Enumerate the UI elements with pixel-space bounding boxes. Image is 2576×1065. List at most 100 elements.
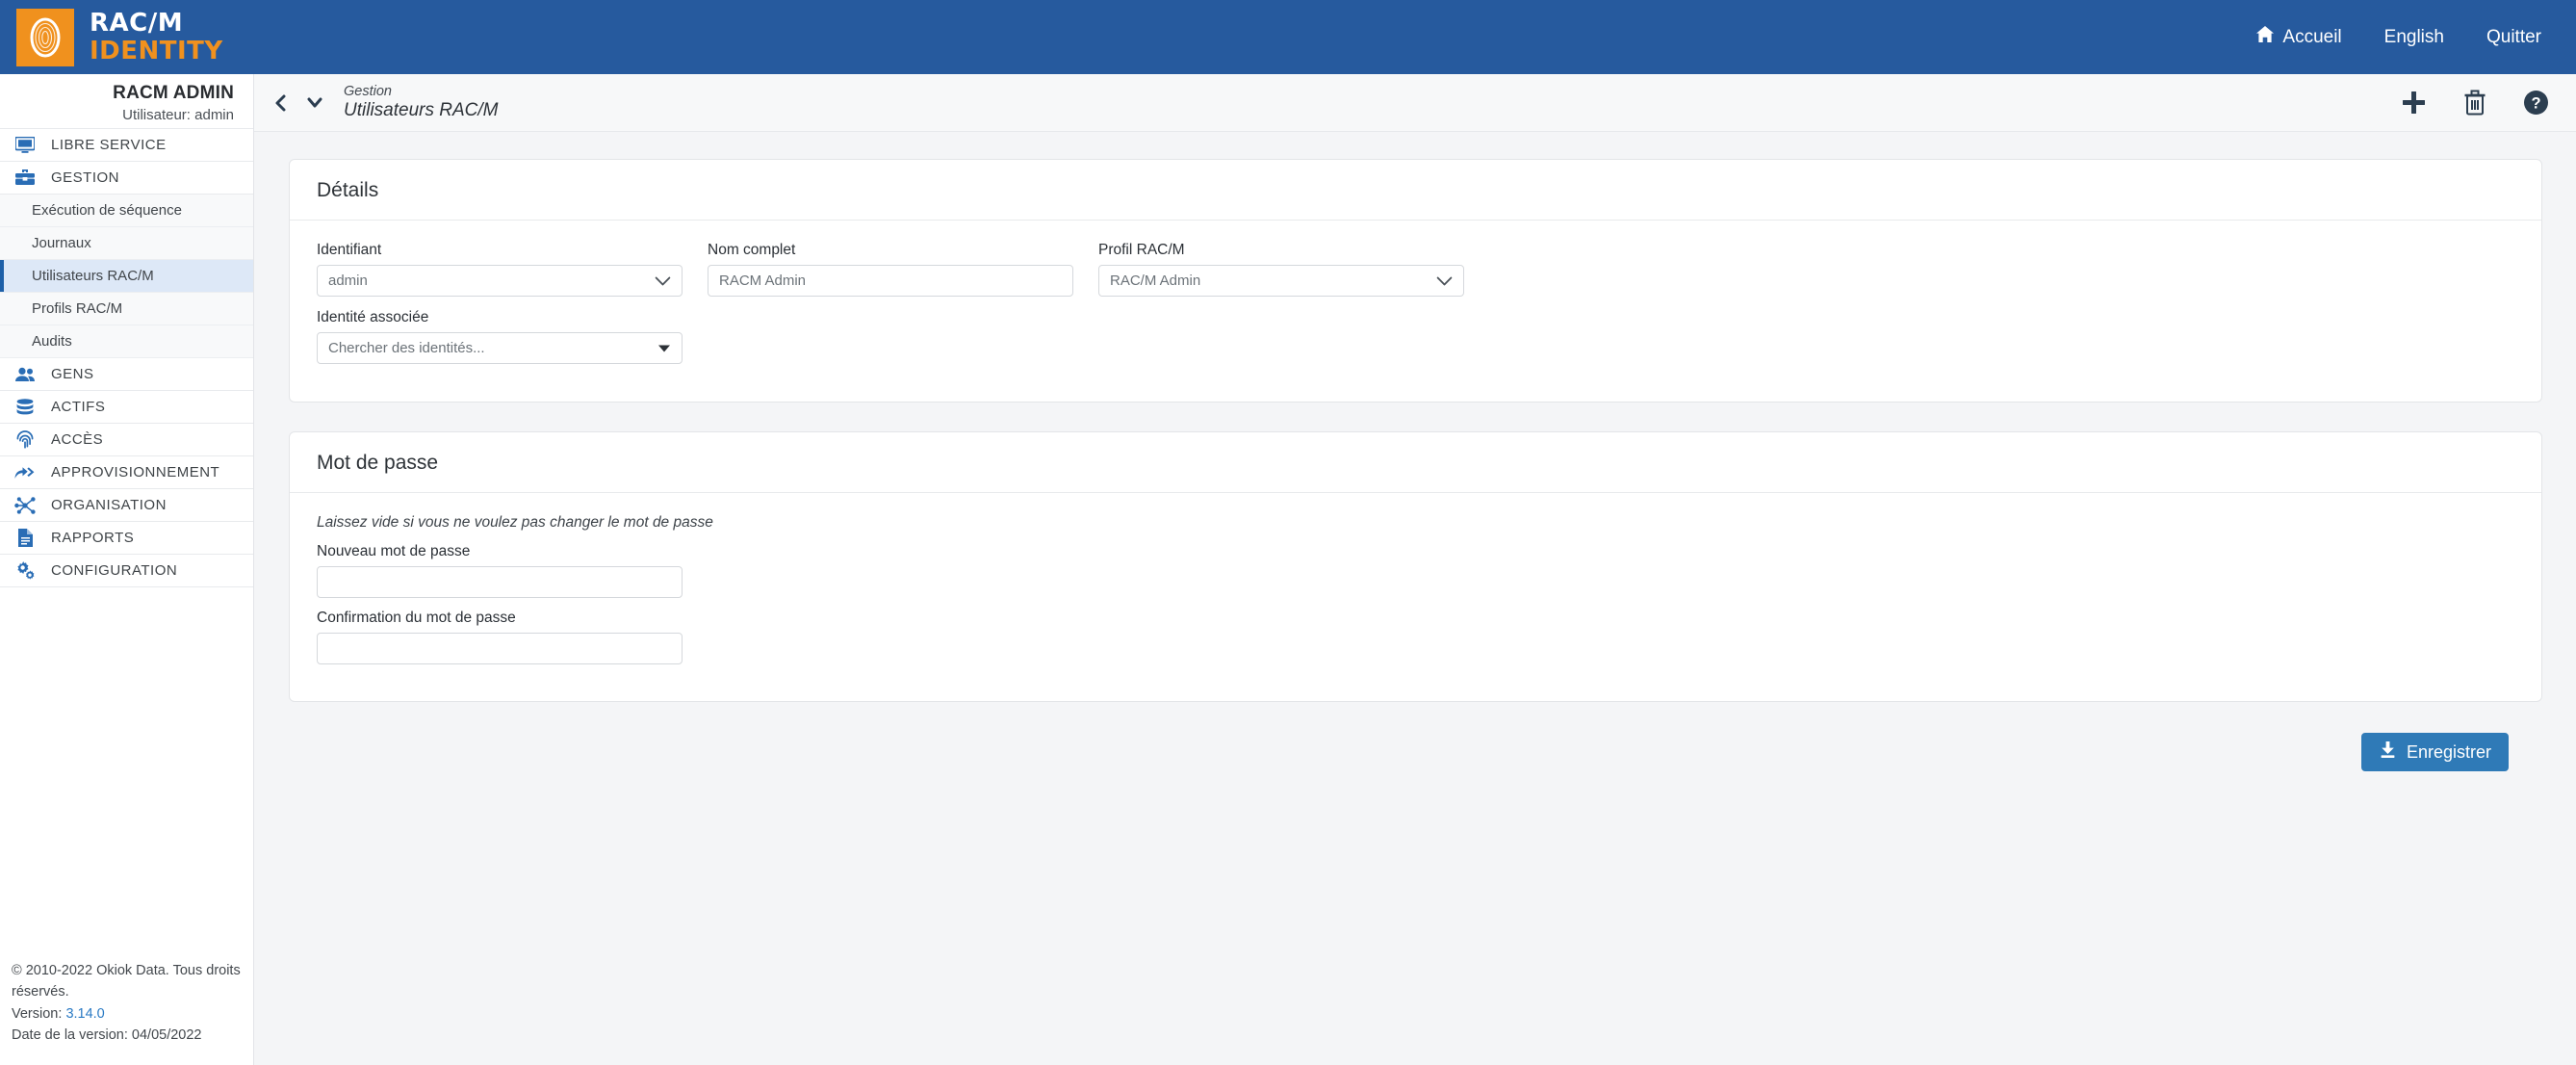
field-identifiant: Identifiant admin [317, 242, 683, 297]
field-profil-racm: Profil RAC/M RAC/M Admin [1098, 242, 1464, 297]
user-display-name: RACM ADMIN [113, 83, 234, 103]
sidebar-item-organisation[interactable]: ORGANISATION [0, 489, 253, 522]
field-confirmation-mot-de-passe: Confirmation du mot de passe [317, 610, 683, 664]
details-card-body: Identifiant admin Nom complet RACM Admin… [290, 221, 2541, 402]
topnav-item-english[interactable]: English [2384, 27, 2444, 48]
sidebar-item-actifs[interactable]: ACTIFS [0, 391, 253, 424]
sidebar-label-profils-racm: Profils RAC/M [32, 300, 123, 317]
top-header-bar: RAC/M IDENTITY Accueil English Quitter [0, 0, 2576, 74]
sidebar-item-audits[interactable]: Audits [0, 325, 253, 358]
identite-associee-search-select[interactable]: Chercher des identités... [317, 332, 683, 364]
footer-version-date: Date de la version: 04/05/2022 [12, 1026, 202, 1043]
content-area: Détails Identifiant admin Nom complet RA… [254, 132, 2576, 771]
breadcrumb-parent[interactable]: Gestion [344, 84, 498, 100]
document-icon [13, 529, 38, 547]
label-identifiant: Identifiant [317, 242, 382, 258]
toolbox-icon [13, 169, 38, 186]
chevron-left-icon[interactable] [273, 93, 288, 113]
page-header: Gestion Utilisateurs RAC/M ? [254, 74, 2576, 132]
password-card: Mot de passe Laissez vide si vous ne vou… [289, 431, 2542, 702]
nom-complet-value: RACM Admin [719, 273, 807, 289]
sidebar-item-journaux[interactable]: Journaux [0, 227, 253, 260]
brand-line-1: RAC/M [90, 9, 184, 38]
page-header-actions: ? [2401, 90, 2549, 116]
caret-down-icon [658, 345, 670, 351]
topnav-item-accueil[interactable]: Accueil [2256, 26, 2342, 48]
save-button[interactable]: Enregistrer [2360, 733, 2509, 771]
user-panel: RACM ADMIN Utilisateur: admin [0, 74, 253, 129]
sidebar-item-utilisateurs-racm[interactable]: Utilisateurs RAC/M [0, 260, 253, 293]
desktop-icon [13, 137, 38, 153]
sidebar-label-organisation: ORGANISATION [51, 497, 167, 513]
nom-complet-input[interactable]: RACM Admin [708, 265, 1073, 297]
sidebar-item-rapports[interactable]: RAPPORTS [0, 522, 253, 555]
sidebar-item-acces[interactable]: ACCÈS [0, 424, 253, 456]
topnav-item-quitter[interactable]: Quitter [2486, 27, 2541, 48]
trash-icon[interactable] [2463, 90, 2486, 116]
page-title: Utilisateurs RAC/M [344, 99, 499, 120]
chevron-down-icon[interactable] [305, 95, 324, 110]
details-form-row-1: Identifiant admin Nom complet RACM Admin… [317, 242, 2514, 297]
question-circle-icon[interactable]: ? [2523, 90, 2549, 116]
sidebar-item-execution-de-sequence[interactable]: Exécution de séquence [0, 195, 253, 227]
password-card-title: Mot de passe [290, 432, 2541, 493]
fingerprint-logo-icon [16, 8, 74, 66]
details-card: Détails Identifiant admin Nom complet RA… [289, 159, 2542, 403]
download-save-icon [2379, 740, 2397, 764]
sidebar-item-configuration[interactable]: CONFIGURATION [0, 555, 253, 587]
confirmation-mot-de-passe-input[interactable] [317, 633, 683, 664]
brand-logo[interactable]: RAC/M IDENTITY [0, 8, 223, 66]
identifiant-select[interactable]: admin [317, 265, 683, 297]
sidebar-item-profils-racm[interactable]: Profils RAC/M [0, 293, 253, 325]
breadcrumb: Gestion Utilisateurs RAC/M [344, 84, 498, 122]
home-icon [2256, 26, 2275, 48]
password-card-body: Laissez vide si vous ne voulez pas chang… [290, 493, 2541, 701]
sidebar: RACM ADMIN Utilisateur: admin LIBRE SERV… [0, 74, 254, 1065]
sidebar-item-libre-service[interactable]: LIBRE SERVICE [0, 129, 253, 162]
chevron-down-icon [1436, 275, 1453, 286]
footer-copyright: © 2010-2022 Okiok Data. Tous droits rése… [12, 963, 241, 1000]
sidebar-item-approvisionnement[interactable]: APPROVISIONNEMENT [0, 456, 253, 489]
sidebar-footer: © 2010-2022 Okiok Data. Tous droits rése… [0, 960, 254, 1046]
sidebar-label-gestion: GESTION [51, 169, 120, 186]
profil-racm-value: RAC/M Admin [1110, 273, 1201, 289]
details-card-title: Détails [290, 160, 2541, 221]
footer-version-link[interactable]: 3.14.0 [65, 1006, 104, 1022]
identite-associee-placeholder: Chercher des identités... [328, 340, 485, 356]
sidebar-item-gestion[interactable]: GESTION [0, 162, 253, 195]
footer-version-label: Version: [12, 1005, 63, 1022]
label-nom-complet: Nom complet [708, 242, 796, 258]
sidebar-label-execution-de-sequence: Exécution de séquence [32, 202, 182, 219]
password-hint: Laissez vide si vous ne voulez pas chang… [317, 514, 713, 531]
plus-icon[interactable] [2401, 90, 2427, 116]
save-button-label: Enregistrer [2406, 741, 2491, 762]
main-content: Gestion Utilisateurs RAC/M ? Détails Ide… [254, 74, 2576, 1065]
sidebar-item-gens[interactable]: GENS [0, 358, 253, 391]
identifiant-value: admin [328, 273, 368, 289]
save-bar: Enregistrer [289, 731, 2542, 771]
top-navigation: Accueil English Quitter [2256, 26, 2576, 48]
network-nodes-icon [13, 496, 38, 514]
people-icon [13, 367, 38, 382]
topnav-label-accueil: Accueil [2282, 26, 2342, 47]
sidebar-label-journaux: Journaux [32, 235, 91, 251]
profil-racm-select[interactable]: RAC/M Admin [1098, 265, 1464, 297]
breadcrumb-navigation [273, 93, 324, 113]
brand-line-2: IDENTITY [90, 37, 223, 65]
details-form-row-2: Identité associée Chercher des identités… [317, 309, 2514, 364]
field-nouveau-mot-de-passe: Nouveau mot de passe [317, 543, 683, 598]
topnav-label-english: English [2383, 26, 2444, 47]
sidebar-label-actifs: ACTIFS [51, 399, 106, 415]
sidebar-label-utilisateurs-racm: Utilisateurs RAC/M [32, 268, 154, 284]
label-identite-associee: Identité associée [317, 309, 429, 325]
sidebar-label-approvisionnement: APPROVISIONNEMENT [51, 464, 220, 481]
database-icon [13, 398, 38, 416]
nouveau-mot-de-passe-input[interactable] [317, 566, 683, 598]
sidebar-label-rapports: RAPPORTS [51, 530, 135, 546]
user-login-name: Utilisateur: admin [122, 106, 234, 123]
topnav-label-quitter: Quitter [2486, 26, 2541, 47]
sidebar-label-acces: ACCÈS [51, 431, 104, 448]
field-identite-associee: Identité associée Chercher des identités… [317, 309, 683, 364]
chevron-down-icon [655, 275, 671, 286]
gears-icon [13, 561, 38, 580]
